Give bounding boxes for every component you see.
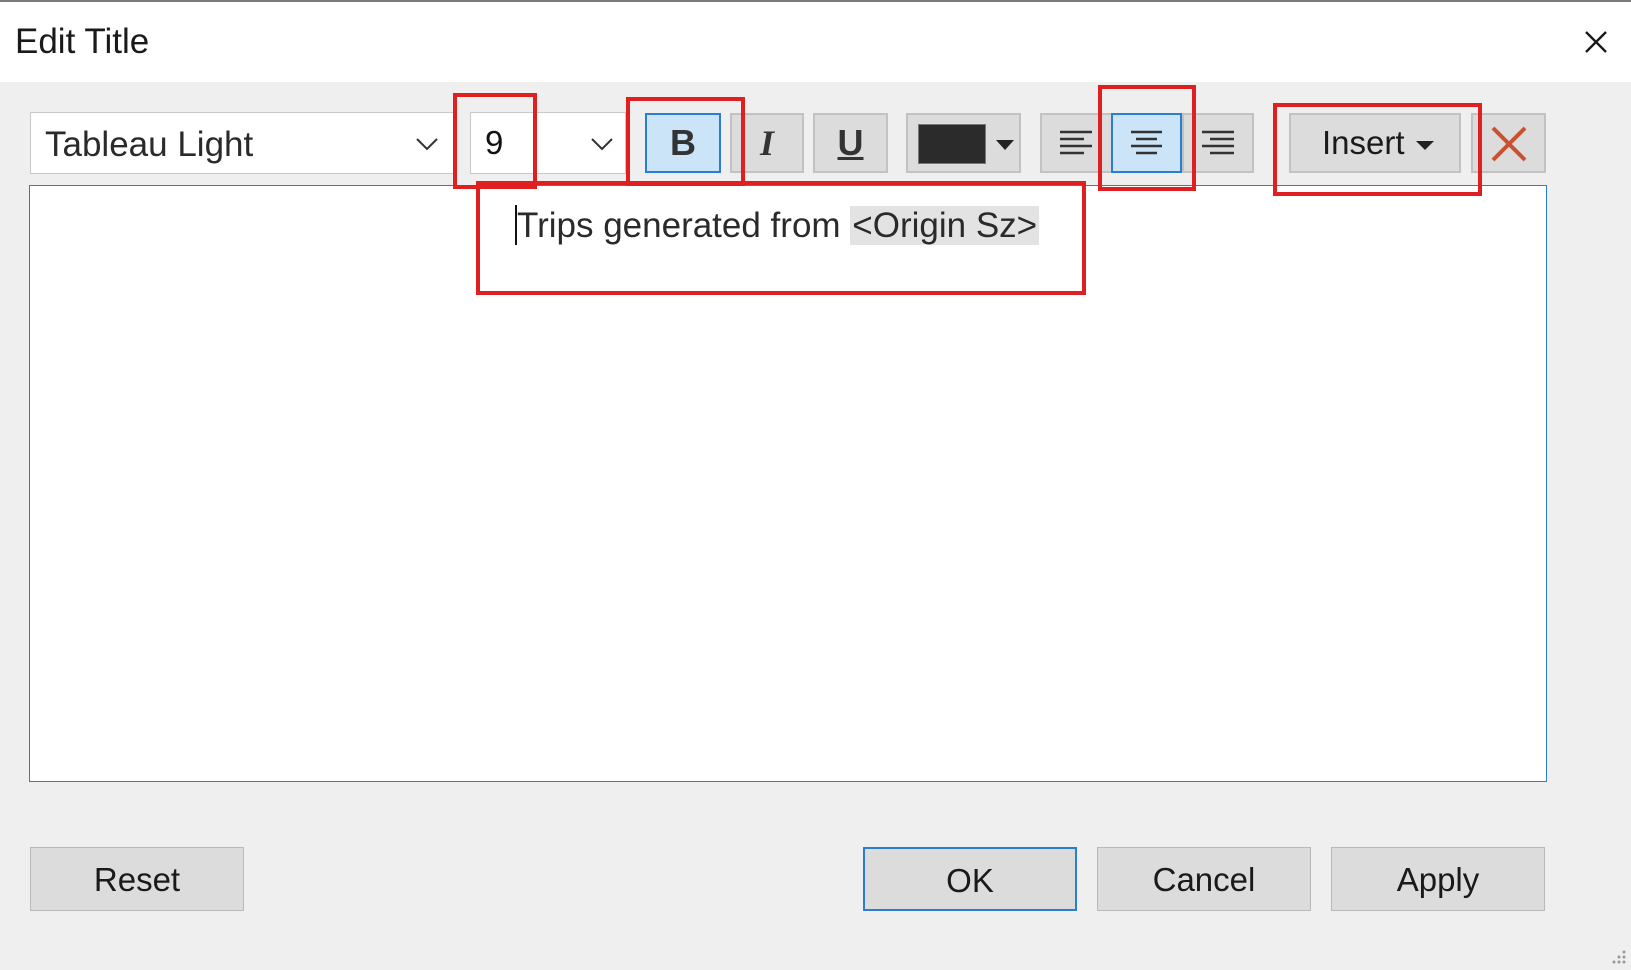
italic-icon: I <box>759 123 774 163</box>
underline-icon: U <box>837 122 864 163</box>
font-size-value: 9 <box>485 124 504 161</box>
cancel-button[interactable]: Cancel <box>1097 847 1311 911</box>
color-swatch <box>918 124 986 164</box>
align-right-button[interactable] <box>1182 113 1254 173</box>
caret-down-icon <box>1416 141 1434 150</box>
resize-grip-icon[interactable] <box>1608 948 1628 968</box>
title-static-text: Trips generated from <box>517 206 851 245</box>
font-size-select[interactable]: 9 <box>470 112 626 174</box>
field-token[interactable]: <Origin Sz> <box>850 206 1040 245</box>
caret-down-icon <box>996 140 1014 150</box>
apply-label: Apply <box>1396 861 1480 898</box>
cancel-label: Cancel <box>1152 861 1256 898</box>
insert-button[interactable]: Insert <box>1289 113 1461 173</box>
ok-button[interactable]: OK <box>863 847 1077 911</box>
bold-icon: B <box>670 122 696 163</box>
clear-formatting-button[interactable] <box>1471 113 1546 173</box>
align-center-button[interactable] <box>1111 113 1182 173</box>
font-family-select[interactable]: Tableau Light <box>30 112 454 174</box>
align-left-button[interactable] <box>1040 113 1113 173</box>
reset-label: Reset <box>93 861 181 898</box>
underline-button[interactable]: U <box>813 113 888 173</box>
title-editor[interactable]: Trips generated from <Origin Sz> <box>29 185 1547 782</box>
close-x-icon <box>1491 126 1527 162</box>
dialog-title: Edit Title <box>15 22 150 61</box>
ok-label: OK <box>946 862 994 899</box>
chevron-down-icon <box>591 138 613 151</box>
align-center-icon <box>1131 130 1162 155</box>
insert-label: Insert <box>1322 124 1405 161</box>
font-family-value: Tableau Light <box>45 125 254 164</box>
align-right-icon <box>1202 130 1234 155</box>
align-left-icon <box>1060 130 1092 155</box>
bold-button[interactable]: B <box>645 113 721 173</box>
close-icon[interactable] <box>1582 28 1610 56</box>
dialog-titlebar: Edit Title <box>0 2 1631 82</box>
text-color-button[interactable] <box>906 113 1021 173</box>
reset-button[interactable]: Reset <box>30 847 244 911</box>
apply-button[interactable]: Apply <box>1331 847 1545 911</box>
chevron-down-icon <box>416 138 438 151</box>
title-text[interactable]: Trips generated from <Origin Sz> <box>515 204 1040 248</box>
italic-button[interactable]: I <box>730 113 804 173</box>
